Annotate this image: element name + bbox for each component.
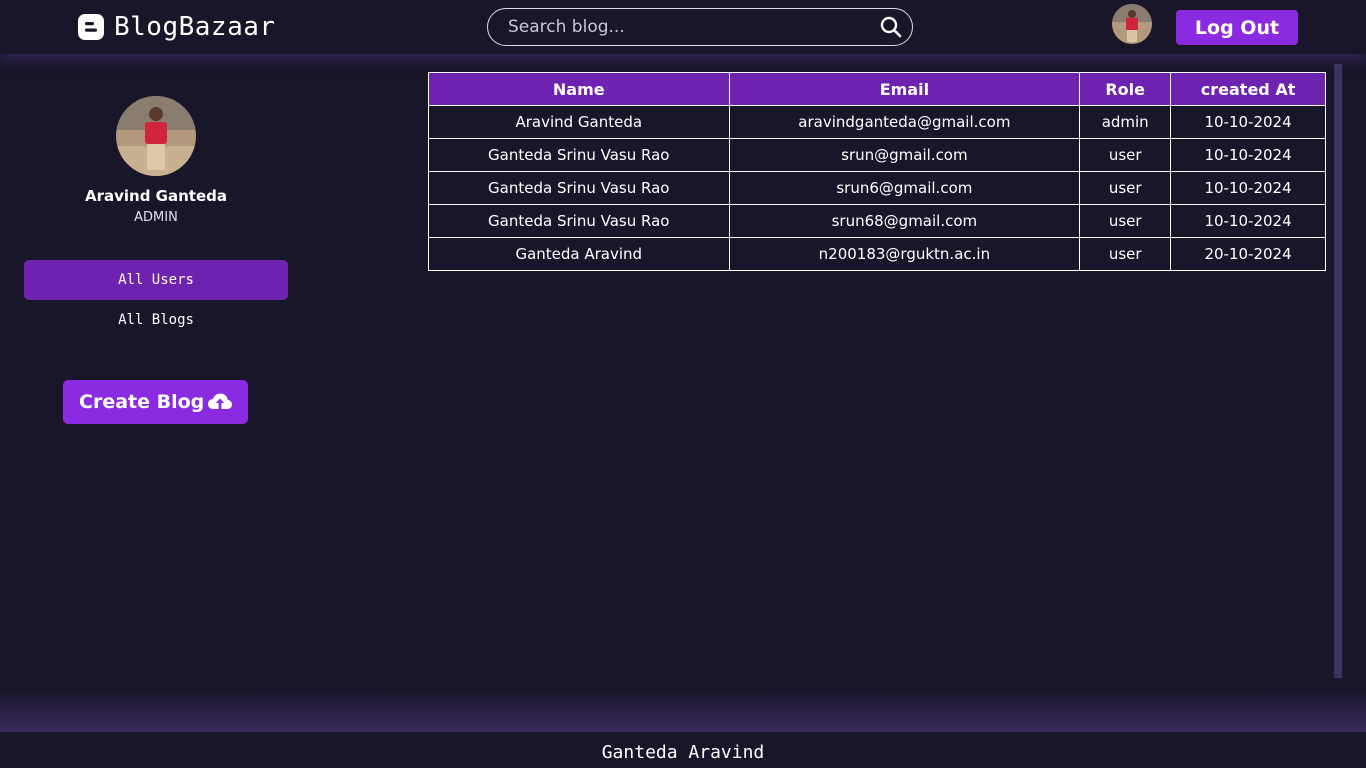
site-logo[interactable]: BlogBazaar xyxy=(78,12,276,42)
cell-name: Aravind Ganteda xyxy=(428,105,730,139)
profile-name: Aravind Ganteda xyxy=(84,187,227,205)
cell-name: Ganteda Aravind xyxy=(428,237,730,271)
cell-created-at: 10-10-2024 xyxy=(1170,171,1326,205)
cell-name: Ganteda Srinu Vasu Rao xyxy=(428,171,730,205)
profile-avatar xyxy=(116,96,196,176)
table-row: Ganteda Srinu Vasu Rao srun68@gmail.com … xyxy=(428,204,1326,238)
cell-email: srun@gmail.com xyxy=(728,138,1081,172)
cell-email: srun6@gmail.com xyxy=(728,171,1081,205)
cell-created-at: 20-10-2024 xyxy=(1170,237,1326,271)
cell-email: aravindganteda@gmail.com xyxy=(728,105,1081,139)
content-scrollbar[interactable] xyxy=(1334,64,1342,678)
search-bar xyxy=(487,8,913,46)
cell-created-at: 10-10-2024 xyxy=(1170,105,1326,139)
create-blog-button[interactable]: Create Blog xyxy=(63,380,248,424)
column-header-name: Name xyxy=(428,72,730,106)
cell-role: user xyxy=(1079,204,1172,238)
cell-created-at: 10-10-2024 xyxy=(1170,138,1326,172)
nav-all-blogs[interactable]: All Blogs xyxy=(24,300,288,340)
users-table: Name Email Role created At Aravind Gante… xyxy=(428,72,1326,271)
logo-text: BlogBazaar xyxy=(114,12,276,42)
cell-role: user xyxy=(1079,237,1172,271)
cell-name: Ganteda Srinu Vasu Rao xyxy=(428,204,730,238)
cell-email: srun68@gmail.com xyxy=(728,204,1081,238)
column-header-email: Email xyxy=(728,72,1081,106)
table-row: Ganteda Srinu Vasu Rao srun@gmail.com us… xyxy=(428,138,1326,172)
table-row: Ganteda Srinu Vasu Rao srun6@gmail.com u… xyxy=(428,171,1326,205)
cell-created-at: 10-10-2024 xyxy=(1170,204,1326,238)
nav-all-users[interactable]: All Users xyxy=(24,260,288,300)
footer-text: Ganteda Aravind xyxy=(601,742,765,763)
logout-button[interactable]: Log Out xyxy=(1176,10,1298,45)
blogger-icon xyxy=(78,14,104,40)
table-row: Aravind Ganteda aravindganteda@gmail.com… xyxy=(428,105,1326,139)
footer-divider-glow xyxy=(0,690,1366,732)
column-header-role: Role xyxy=(1079,72,1172,106)
cloud-upload-icon xyxy=(208,393,232,410)
create-blog-label: Create Blog xyxy=(79,391,205,413)
top-navbar: BlogBazaar Log Out xyxy=(0,0,1366,54)
profile-role: ADMIN xyxy=(134,210,178,225)
cell-role: admin xyxy=(1079,105,1172,139)
search-input[interactable] xyxy=(508,17,880,37)
footer: Ganteda Aravind xyxy=(0,732,1366,768)
search-icon[interactable] xyxy=(880,16,902,38)
cell-email: n200183@rguktn.ac.in xyxy=(728,237,1081,271)
column-header-created-at: created At xyxy=(1170,72,1326,106)
cell-name: Ganteda Srinu Vasu Rao xyxy=(428,138,730,172)
cell-role: user xyxy=(1079,138,1172,172)
table-row: Ganteda Aravind n200183@rguktn.ac.in use… xyxy=(428,237,1326,271)
cell-role: user xyxy=(1079,171,1172,205)
user-avatar[interactable] xyxy=(1112,4,1152,44)
table-header-row: Name Email Role created At xyxy=(428,72,1326,106)
